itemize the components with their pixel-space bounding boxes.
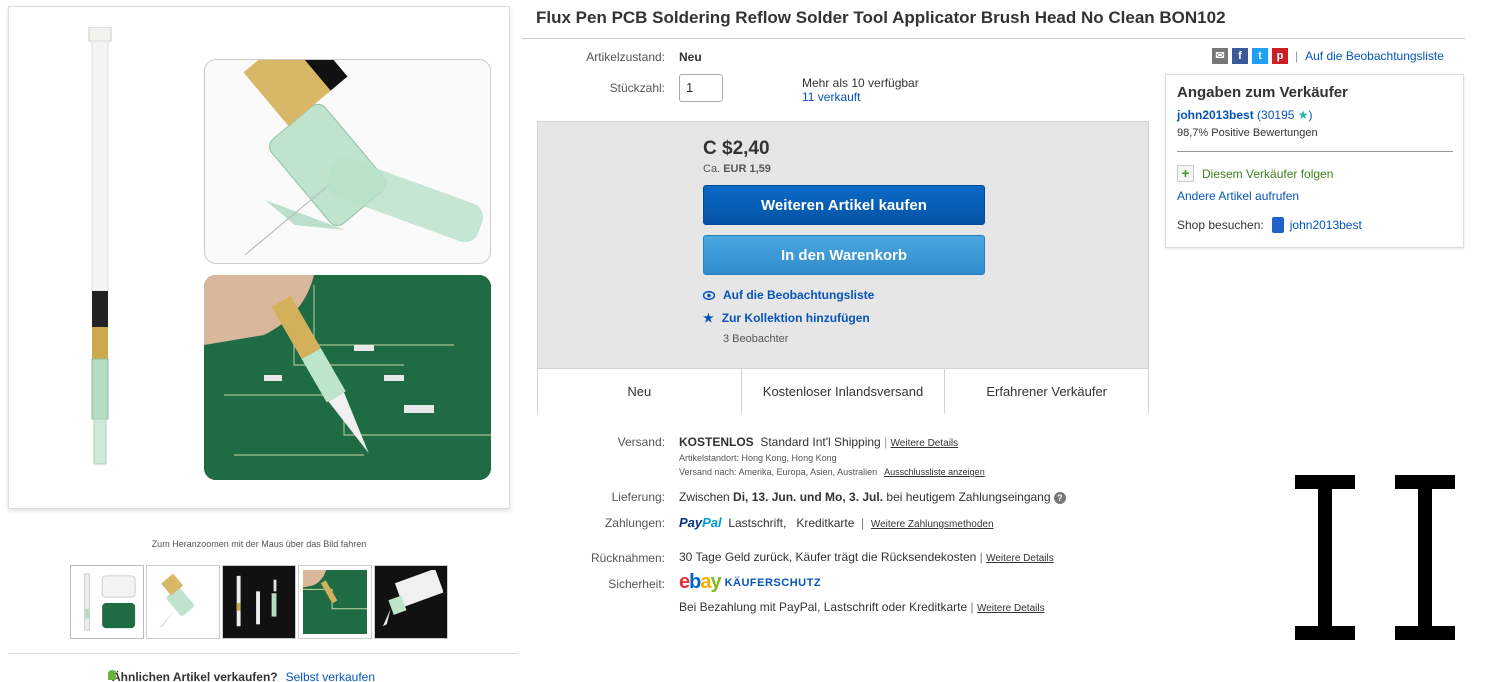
pinterest-icon[interactable]: p <box>1272 48 1288 64</box>
email-icon[interactable]: ✉ <box>1212 48 1228 64</box>
listing-title: Flux Pen PCB Soldering Reflow Solder Too… <box>536 8 1226 27</box>
price-approx: Ca. EUR 1,59 <box>703 163 771 175</box>
twitter-icon[interactable]: t <box>1252 48 1268 64</box>
facebook-icon[interactable]: f <box>1232 48 1248 64</box>
store-icon <box>1271 217 1284 233</box>
follow-seller[interactable]: + Diesem Verkäufer folgen <box>1177 165 1333 182</box>
paypal-logo: PayPal <box>679 515 722 530</box>
security-details-link[interactable]: Weitere Details <box>977 603 1045 614</box>
payments-label: Zahlungen: <box>604 516 665 530</box>
buyer-protection-badge: KÄUFERSCHUTZ <box>724 576 822 589</box>
quantity-label: Stückzahl: <box>609 81 665 95</box>
ebay-logo: ebay <box>679 571 722 593</box>
sold-count-link[interactable]: 11 verkauft <box>802 90 860 104</box>
returns-details-link[interactable]: Weitere Details <box>986 553 1054 564</box>
exclusions-link[interactable]: Ausschlussliste anzeigen <box>884 467 985 477</box>
seller-info-box: Angaben zum Verkäufer john2013best (3019… <box>1165 74 1464 248</box>
share-bar: ✉ f t p | Auf die Beobachtungsliste <box>1212 48 1444 64</box>
returns-label: Rücknahmen: <box>590 551 665 565</box>
payment-methods: Lastschrift, Kreditkarte <box>728 516 855 530</box>
delivery-value: Zwischen Di, 13. Jun. und Mo, 3. Jul. be… <box>679 490 1066 504</box>
thumbnail-4[interactable] <box>298 565 372 639</box>
sell-tag-icon <box>108 670 116 680</box>
tile-condition: Neu <box>538 369 742 414</box>
thumbnail-strip <box>70 565 448 639</box>
add-to-cart-button[interactable]: In den Warenkorb <box>703 235 985 275</box>
delivery-prefix: Zwischen <box>679 490 730 504</box>
share-separator: | <box>1295 49 1299 63</box>
help-icon[interactable]: ? <box>1053 491 1066 504</box>
eye-icon <box>703 290 715 300</box>
price-approx-prefix: Ca. <box>703 163 721 175</box>
shipping-details-link[interactable]: Weitere Details <box>891 438 959 449</box>
tile-seller: Erfahrener Verkäufer <box>986 384 1108 399</box>
plus-icon: + <box>1177 165 1194 182</box>
text-cursor-icon <box>1295 475 1455 640</box>
star-icon: ★ <box>703 311 714 325</box>
ebay-buyer-protection: ebay KÄUFERSCHUTZ <box>679 571 821 594</box>
watchers-count: 3 Beobachter <box>723 333 789 345</box>
condition-value: Neu <box>679 50 702 64</box>
star-rating-icon: ★ <box>1297 108 1309 122</box>
seller-heading: Angaben zum Verkäufer <box>1177 84 1348 101</box>
returns-value: 30 Tage Geld zurück, Käufer trägt die Rü… <box>679 550 1054 564</box>
security-text-row: Bei Bezahlung mit PayPal, Lastschrift od… <box>679 600 1045 614</box>
add-to-collection[interactable]: ★ Zur Kollektion hinzufügen <box>703 311 870 325</box>
price: C $2,40 <box>703 138 770 159</box>
availability-text: Mehr als 10 verfügbar <box>802 76 919 90</box>
delivery-label: Lieferung: <box>611 490 665 504</box>
shipping-method: Standard Int'l Shipping <box>760 435 881 449</box>
title-divider <box>522 38 1465 39</box>
thumbnail-5[interactable] <box>374 565 448 639</box>
other-items-link[interactable]: Andere Artikel aufrufen <box>1177 189 1299 203</box>
main-product-image[interactable] <box>8 6 510 509</box>
store-link[interactable]: john2013best <box>1290 218 1362 232</box>
condition-label: Artikelzustand: <box>586 50 665 64</box>
seller-name-line: john2013best (30195 ★) <box>1177 108 1313 122</box>
price-approx-value: EUR 1,59 <box>723 163 771 175</box>
shipping-free: KOSTENLOS <box>679 435 754 449</box>
add-to-watchlist-link[interactable]: Auf die Beobachtungsliste <box>1305 49 1444 63</box>
visit-store: Shop besuchen: john2013best <box>1177 217 1362 233</box>
delivery-suffix: bei heutigem Zahlungseingang <box>886 490 1051 504</box>
seller-name-link[interactable]: john2013best <box>1177 108 1254 122</box>
thumbnail-2[interactable] <box>146 565 220 639</box>
security-label: Sicherheit: <box>608 577 665 591</box>
ships-to: Versand nach: Amerika, Europa, Asien, Au… <box>679 467 985 477</box>
buy-more-button[interactable]: Weiteren Artikel kaufen <box>703 185 985 225</box>
flux-pen-image <box>88 27 112 465</box>
delivery-range: Di, 13. Jun. und Mo, 3. Jul. <box>733 490 884 504</box>
follow-seller-label: Diesem Verkäufer folgen <box>1202 166 1334 181</box>
sell-yourself-link[interactable]: Selbst verkaufen <box>286 670 375 682</box>
zoom-hint: Zum Heranzoomen mit der Maus über das Bi… <box>151 539 367 549</box>
seller-divider <box>1177 151 1453 152</box>
sell-similar: Ähnlichen Artikel verkaufen? Selbst verk… <box>108 670 375 682</box>
payments-value: PayPal Lastschrift, Kreditkarte | Weiter… <box>679 515 994 530</box>
sell-similar-question: Ähnlichen Artikel verkaufen? <box>112 670 278 682</box>
more-payment-methods-link[interactable]: Weitere Zahlungsmethoden <box>871 519 994 530</box>
tile-shipping: Kostenloser Inlandsversand <box>742 369 946 414</box>
security-text: Bei Bezahlung mit PayPal, Lastschrift od… <box>679 600 968 614</box>
returns-text: 30 Tage Geld zurück, Käufer trägt die Rü… <box>679 550 977 564</box>
shipping-value: KOSTENLOS Standard Int'l Shipping | Weit… <box>679 435 959 449</box>
thumbnail-3[interactable] <box>222 565 296 639</box>
ships-to-text: Versand nach: Amerika, Europa, Asien, Au… <box>679 467 878 477</box>
buy-box: C $2,40 Ca. EUR 1,59 Weiteren Artikel ka… <box>537 121 1149 414</box>
pen-closeup-panel <box>204 59 491 264</box>
thumbnail-1[interactable] <box>70 565 144 639</box>
pcb-application-panel <box>204 275 491 480</box>
gallery-divider <box>8 653 518 654</box>
item-location: Artikelstandort: Hong Kong, Hong Kong <box>679 453 837 463</box>
store-label: Shop besuchen: <box>1177 218 1264 232</box>
add-to-collection-label: Zur Kollektion hinzufügen <box>721 311 870 325</box>
feedback-score-link[interactable]: (30195 ★) <box>1257 108 1312 122</box>
shipping-label: Versand: <box>617 435 665 449</box>
positive-feedback: 98,7% Positive Bewertungen <box>1177 127 1318 139</box>
watch-item[interactable]: Auf die Beobachtungsliste <box>703 288 874 302</box>
watch-item-label: Auf die Beobachtungsliste <box>723 288 875 302</box>
highlight-tiles: Neu Kostenloser Inlandsversand Erfahrene… <box>538 368 1148 414</box>
quantity-input[interactable]: 1 <box>679 74 723 102</box>
